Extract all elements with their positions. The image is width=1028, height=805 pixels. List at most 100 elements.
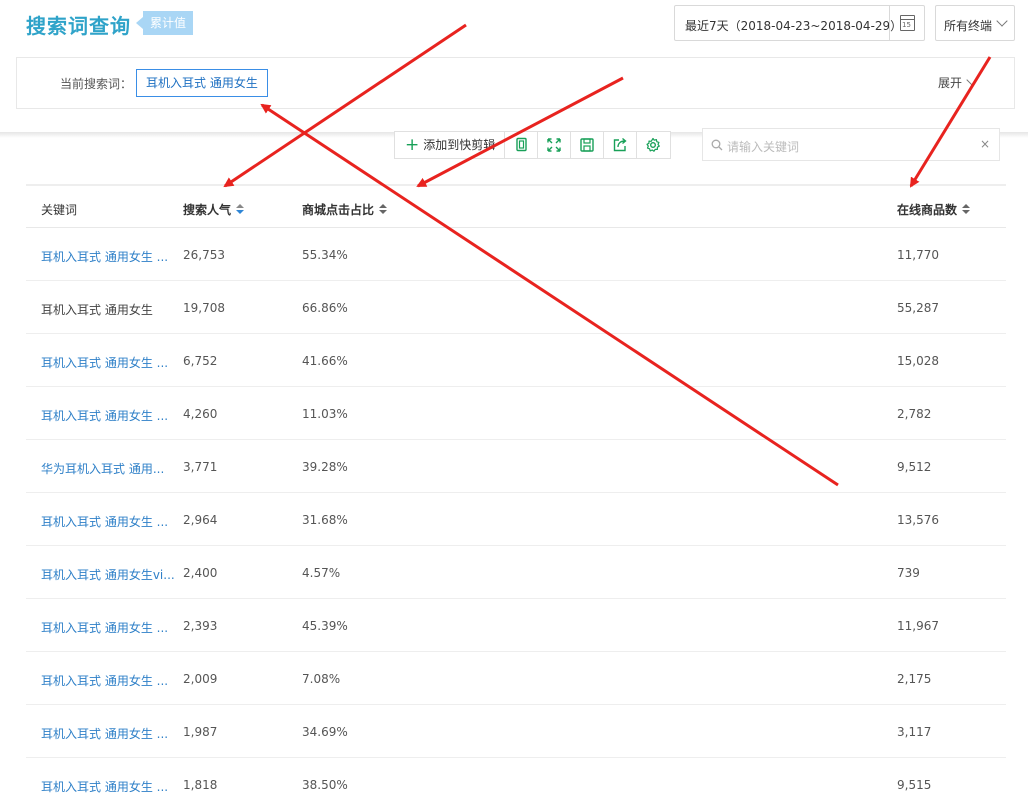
table-row: 耳机入耳式 通用女生vi... 2,400 4.57% 739: [26, 546, 1006, 599]
export-button[interactable]: [604, 132, 638, 158]
add-to-clip-label: 添加到快剪辑: [423, 138, 496, 152]
page-header: 搜索词查询 累计值 最近7天（2018-04-23~2018-04-29） 15…: [0, 0, 1028, 134]
current-keyword-tag[interactable]: 耳机入耳式 通用女生: [136, 69, 268, 97]
keyword-cell[interactable]: 耳机入耳式 通用女生 ...: [41, 619, 177, 636]
click-ratio-cell: 38.50%: [302, 778, 348, 792]
calendar-icon: 15: [900, 15, 915, 31]
expand-toggle[interactable]: 展开: [938, 74, 962, 91]
keyword-cell: 耳机入耳式 通用女生: [41, 303, 153, 317]
column-header-online-items[interactable]: 在线商品数: [897, 201, 971, 218]
click-ratio-cell: 55.34%: [302, 248, 348, 262]
search-input[interactable]: 请输入关键词: [727, 138, 799, 155]
expand-chevron-icon[interactable]: [966, 74, 978, 86]
popularity-cell: 1,818: [183, 778, 218, 792]
sort-icon[interactable]: [379, 204, 388, 215]
column-header-click-ratio[interactable]: 商城点击占比: [302, 201, 388, 218]
table-row: 耳机入耳式 通用女生 19,708 66.86% 55,287: [26, 281, 1006, 334]
online-items-cell: 55,287: [897, 301, 939, 315]
table-row: 耳机入耳式 通用女生 ... 4,260 11.03% 2,782: [26, 387, 1006, 440]
online-items-cell: 11,770: [897, 248, 939, 262]
online-items-cell: 739: [897, 566, 920, 580]
gear-icon: [646, 137, 661, 152]
column-header-online-items-label: 在线商品数: [897, 203, 958, 217]
plus-icon: +: [405, 135, 420, 155]
popularity-cell: 2,009: [183, 672, 218, 686]
cumulative-badge: 累计值: [135, 11, 194, 35]
online-items-cell: 13,576: [897, 513, 939, 527]
clear-search-icon[interactable]: ×: [980, 137, 990, 151]
table-row: 华为耳机入耳式 通用... 3,771 39.28% 9,512: [26, 440, 1006, 493]
popularity-cell: 6,752: [183, 354, 218, 368]
popularity-cell: 4,260: [183, 407, 218, 421]
calendar-day: 15: [902, 21, 911, 29]
save-icon: [580, 138, 594, 152]
online-items-cell: 9,515: [897, 778, 932, 792]
click-ratio-cell: 31.68%: [302, 513, 348, 527]
copy-icon: [516, 137, 527, 152]
date-range-text: 最近7天（2018-04-23~2018-04-29）: [685, 19, 903, 33]
online-items-cell: 15,028: [897, 354, 939, 368]
chevron-down-icon: [996, 15, 1008, 27]
keyword-table: 关键词 搜索人气 商城点击占比 在线商品数 耳机入耳式 通用女生 ... 26,7…: [26, 184, 1006, 805]
device-select-value: 所有终端: [944, 19, 993, 33]
keyword-cell[interactable]: 耳机入耳式 通用女生 ...: [41, 513, 177, 530]
expand-arrows-icon: [547, 138, 561, 152]
keyword-cell[interactable]: 华为耳机入耳式 通用...: [41, 460, 177, 477]
table-toolbar: + 添加到快剪辑: [394, 131, 672, 159]
click-ratio-cell: 4.57%: [302, 566, 341, 580]
table-row: 耳机入耳式 通用女生 ... 6,752 41.66% 15,028: [26, 334, 1006, 387]
date-range-picker[interactable]: 最近7天（2018-04-23~2018-04-29） 15: [674, 5, 925, 41]
popularity-cell: 1,987: [183, 725, 218, 739]
column-header-click-ratio-label: 商城点击占比: [302, 203, 375, 217]
table-row: 耳机入耳式 通用女生 ... 1,818 38.50% 9,515: [26, 758, 1006, 805]
popularity-cell: 19,708: [183, 301, 225, 315]
column-header-popularity-label: 搜索人气: [183, 203, 232, 217]
save-button[interactable]: [571, 132, 605, 158]
click-ratio-cell: 34.69%: [302, 725, 348, 739]
table-body: 耳机入耳式 通用女生 ... 26,753 55.34% 11,770 耳机入耳式 通用…: [26, 228, 1006, 805]
online-items-cell: 11,967: [897, 619, 939, 633]
table-header: 关键词 搜索人气 商城点击占比 在线商品数: [26, 184, 1006, 228]
table-row: 耳机入耳式 通用女生 ... 2,009 7.08% 2,175: [26, 652, 1006, 705]
sort-icon[interactable]: [962, 204, 971, 215]
click-ratio-cell: 11.03%: [302, 407, 348, 421]
online-items-cell: 2,782: [897, 407, 932, 421]
copy-button[interactable]: [505, 132, 539, 158]
search-icon: [711, 139, 723, 151]
online-items-cell: 3,117: [897, 725, 932, 739]
click-ratio-cell: 41.66%: [302, 354, 348, 368]
popularity-cell: 26,753: [183, 248, 225, 262]
keyword-search[interactable]: 请输入关键词 ×: [702, 128, 1000, 161]
click-ratio-cell: 66.86%: [302, 301, 348, 315]
popularity-cell: 3,771: [183, 460, 218, 474]
keyword-cell[interactable]: 耳机入耳式 通用女生 ...: [41, 354, 177, 371]
popularity-cell: 2,400: [183, 566, 218, 580]
online-items-cell: 2,175: [897, 672, 932, 686]
keyword-cell[interactable]: 耳机入耳式 通用女生 ...: [41, 778, 177, 795]
column-header-keyword: 关键词: [41, 203, 78, 217]
add-to-clip-button[interactable]: + 添加到快剪辑: [395, 132, 506, 158]
page-title: 搜索词查询: [26, 14, 131, 38]
table-row: 耳机入耳式 通用女生 ... 26,753 55.34% 11,770: [26, 228, 1006, 281]
keyword-cell[interactable]: 耳机入耳式 通用女生 ...: [41, 725, 177, 742]
calendar-button[interactable]: 15: [889, 6, 924, 40]
filter-panel: 当前搜索词： 耳机入耳式 通用女生 展开: [16, 57, 1015, 109]
fullscreen-button[interactable]: [538, 132, 572, 158]
keyword-cell[interactable]: 耳机入耳式 通用女生 ...: [41, 407, 177, 424]
sort-icon[interactable]: [236, 204, 245, 215]
click-ratio-cell: 45.39%: [302, 619, 348, 633]
column-header-popularity[interactable]: 搜索人气: [183, 201, 245, 218]
table-row: 耳机入耳式 通用女生 ... 2,393 45.39% 11,967: [26, 599, 1006, 652]
online-items-cell: 9,512: [897, 460, 932, 474]
keyword-cell[interactable]: 耳机入耳式 通用女生 ...: [41, 672, 177, 689]
click-ratio-cell: 39.28%: [302, 460, 348, 474]
settings-button[interactable]: [637, 132, 670, 158]
table-row: 耳机入耳式 通用女生 ... 2,964 31.68% 13,576: [26, 493, 1006, 546]
device-select[interactable]: 所有终端: [935, 5, 1015, 41]
share-icon: [614, 137, 627, 152]
keyword-cell[interactable]: 耳机入耳式 通用女生 ...: [41, 248, 177, 265]
click-ratio-cell: 7.08%: [302, 672, 341, 686]
keyword-cell[interactable]: 耳机入耳式 通用女生vi...: [41, 566, 177, 583]
current-keyword-label: 当前搜索词：: [60, 77, 133, 91]
popularity-cell: 2,964: [183, 513, 218, 527]
